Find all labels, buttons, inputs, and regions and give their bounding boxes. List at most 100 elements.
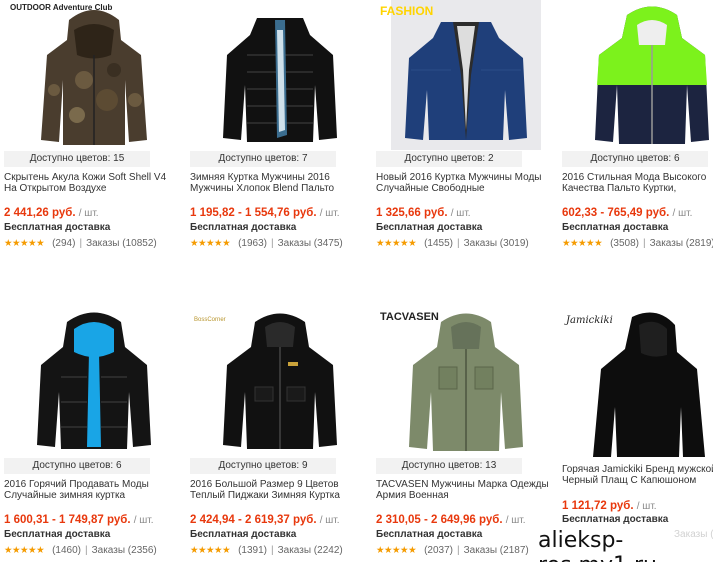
colors-available-badge: Доступно цветов: 6	[562, 151, 708, 167]
price: 1 600,31 - 1 749,87 руб.	[4, 514, 131, 526]
product-card[interactable]: Доступно цветов: 6 2016 Горячий Продават…	[4, 307, 184, 562]
product-title-link[interactable]: TACVASEN Мужчины Марка Одежды Армия Воен…	[376, 479, 552, 501]
product-image[interactable]	[190, 0, 370, 150]
price: 2 310,05 - 2 649,96 руб.	[376, 514, 503, 526]
price: 1 121,72 руб.	[562, 500, 634, 512]
orders-count-link[interactable]: Заказы (2356)	[92, 545, 157, 557]
product-card[interactable]: Доступно цветов: 7 Зимняя Куртка Мужчины…	[190, 0, 370, 270]
product-image[interactable]	[562, 307, 713, 457]
product-card[interactable]: Jamickiki Горячая Jamickiki Бренд мужско…	[562, 307, 713, 562]
colors-available-badge: Доступно цветов: 2	[376, 151, 522, 167]
product-image[interactable]	[190, 307, 370, 457]
product-image[interactable]	[4, 0, 184, 150]
divider: |	[85, 545, 88, 556]
brand-logo: BossCorner	[194, 317, 226, 323]
price: 1 325,66 руб.	[376, 207, 448, 219]
free-shipping-label: Бесплатная доставка	[190, 529, 297, 540]
rating-orders-row: ★★★★★ (1460) | Заказы (2356)	[4, 545, 157, 557]
free-shipping-label: Бесплатная доставка	[376, 222, 483, 233]
rating-orders-row: ★★★★★ (1963) | Заказы (3475)	[190, 238, 343, 250]
review-count-link[interactable]: (1460)	[52, 545, 81, 557]
brand-logo: FASHION	[380, 4, 434, 18]
orders-count-link[interactable]: Заказы (2242)	[278, 545, 343, 557]
star-rating-icon: ★★★★★	[4, 545, 45, 556]
watermark-text: alieksp­res.my1.ru	[534, 528, 713, 562]
price-unit: / шт.	[319, 208, 340, 219]
product-image[interactable]	[562, 0, 713, 150]
star-rating-icon: ★★★★★	[562, 238, 603, 249]
brand-logo: Jamickiki	[566, 315, 613, 326]
colors-available-badge: Доступно цветов: 6	[4, 458, 150, 474]
divider: |	[271, 238, 274, 249]
product-title-link[interactable]: Скрытень Акула Кожи Soft Shell V4 На Отк…	[4, 172, 180, 194]
price: 1 195,82 - 1 554,76 руб.	[190, 207, 317, 219]
star-rating-icon: ★★★★★	[376, 238, 417, 249]
price-unit: / шт.	[133, 515, 154, 526]
rating-orders-row: ★★★★★ (3508) | Заказы (2819)	[562, 238, 713, 250]
product-title-link[interactable]: 2016 Горячий Продавать Моды Случайные зи…	[4, 479, 180, 501]
divider: |	[643, 238, 646, 249]
review-count-link[interactable]: (1963)	[238, 238, 267, 250]
price-row: 1 121,72 руб. / шт.	[562, 499, 657, 514]
brand-logo: TACVASEN	[380, 311, 439, 323]
review-count-link[interactable]: (1455)	[424, 238, 453, 250]
price-row: 1 600,31 - 1 749,87 руб. / шт.	[4, 513, 154, 528]
price: 2 424,94 - 2 619,37 руб.	[190, 514, 317, 526]
price-row: 2 424,94 - 2 619,37 руб. / шт.	[190, 513, 340, 528]
price-row: 1 195,82 - 1 554,76 руб. / шт.	[190, 206, 340, 221]
product-image[interactable]	[4, 307, 184, 457]
orders-count-link[interactable]: Заказы (3475)	[278, 238, 343, 250]
product-title-link[interactable]: Зимняя Куртка Мужчины 2016 Мужчины Хлопо…	[190, 172, 366, 194]
rating-orders-row: ★★★★★ (2037) | Заказы (2187)	[376, 545, 529, 557]
product-card[interactable]: OUTDOOR Adventure Club Доступно цветов: 1…	[4, 0, 184, 270]
product-title-link[interactable]: Новый 2016 Куртка Мужчины Моды Случайные…	[376, 172, 552, 194]
review-count-link[interactable]: (294)	[52, 238, 75, 250]
price: 602,33 - 765,49 руб.	[562, 207, 670, 219]
product-title-link[interactable]: Горячая Jamickiki Бренд мужской Черный П…	[562, 464, 713, 486]
colors-available-badge: Доступно цветов: 9	[190, 458, 336, 474]
rating-orders-row: ★★★★★ (1455) | Заказы (3019)	[376, 238, 529, 250]
divider: |	[79, 238, 83, 249]
rating-orders-row: ★★★★★ (294) | Заказы (10852)	[4, 238, 157, 250]
star-rating-icon: ★★★★★	[190, 545, 231, 556]
star-rating-icon: ★★★★★	[4, 238, 45, 249]
colors-available-badge: Доступно цветов: 13	[376, 458, 522, 474]
free-shipping-label: Бесплатная доставка	[562, 222, 669, 233]
price-row: 1 325,66 руб. / шт.	[376, 206, 471, 221]
free-shipping-label: Бесплатная доставка	[4, 222, 111, 233]
divider: |	[271, 545, 274, 556]
review-count-link[interactable]: (2037)	[424, 545, 453, 557]
orders-count-link[interactable]: Заказы (3019)	[464, 238, 529, 250]
product-image[interactable]	[376, 0, 556, 150]
divider: |	[457, 238, 460, 249]
product-card[interactable]: TACVASEN Доступно цветов: 13 TACVASEN Муж…	[376, 307, 556, 562]
free-shipping-label: Бесплатная доставка	[376, 529, 483, 540]
rating-orders-row: ★★★★★ (1391) | Заказы (2242)	[190, 545, 343, 557]
price-row: 2 310,05 - 2 649,96 руб. / шт.	[376, 513, 526, 528]
price-unit: / шт.	[672, 208, 693, 219]
free-shipping-label: Бесплатная доставка	[4, 529, 111, 540]
product-title-link[interactable]: 2016 Стильная Мода Высокого Качества Пал…	[562, 172, 713, 194]
price: 2 441,26 руб.	[4, 207, 76, 219]
product-card[interactable]: BossCorner Доступно цветов: 9 2016 Большо…	[190, 307, 370, 562]
orders-count-link[interactable]: Заказы (10852)	[86, 238, 157, 250]
colors-available-badge: Доступно цветов: 7	[190, 151, 336, 167]
product-card[interactable]: FASHION Доступно цветов: 2 Новый 2016 Кур…	[376, 0, 556, 270]
product-image[interactable]	[376, 307, 556, 457]
product-grid: OUTDOOR Adventure Club Доступно цветов: 1…	[0, 0, 713, 562]
review-count-link[interactable]: (3508)	[610, 238, 639, 250]
price-unit: / шт.	[78, 208, 99, 219]
price-unit: / шт.	[450, 208, 471, 219]
orders-count-link[interactable]: Заказы (2187)	[464, 545, 529, 557]
product-card[interactable]: Доступно цветов: 6 2016 Стильная Мода Вы…	[562, 0, 713, 270]
star-rating-icon: ★★★★★	[376, 545, 417, 556]
colors-available-badge: Доступно цветов: 15	[4, 151, 150, 167]
review-count-link[interactable]: (1391)	[238, 545, 267, 557]
price-unit: / шт.	[636, 501, 657, 512]
divider: |	[457, 545, 460, 556]
orders-count-link[interactable]: Заказы (2819)	[650, 238, 713, 250]
product-title-link[interactable]: 2016 Большой Размер 9 Цветов Теплый Пидж…	[190, 479, 366, 501]
brand-logo: OUTDOOR Adventure Club	[10, 3, 113, 12]
price-row: 2 441,26 руб. / шт.	[4, 206, 99, 221]
price-unit: / шт.	[319, 515, 340, 526]
